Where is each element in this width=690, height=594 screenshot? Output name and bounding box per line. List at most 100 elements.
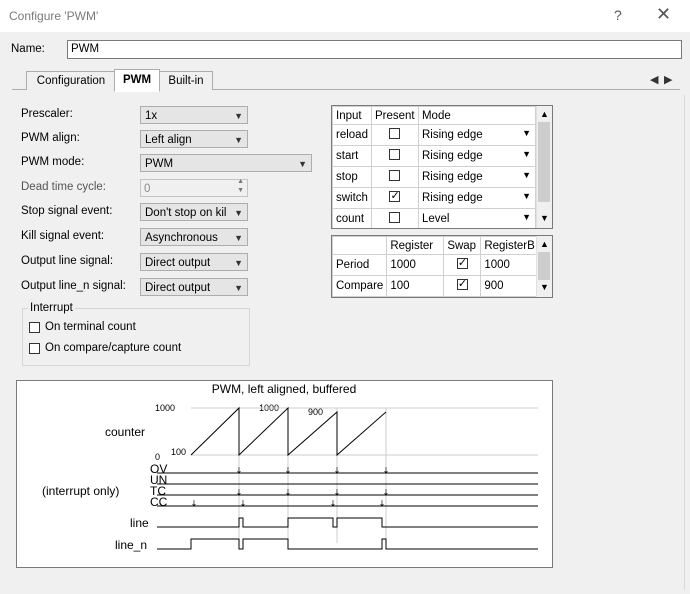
- tab-built-in[interactable]: Built-in: [159, 71, 213, 90]
- on-terminal-count-checkbox[interactable]: [29, 322, 40, 333]
- output-line-label: Output line signal:: [21, 255, 114, 267]
- scroll-thumb[interactable]: [538, 122, 550, 202]
- stop-signal-label: Stop signal event:: [21, 205, 113, 217]
- chevron-down-icon: ▼: [522, 149, 531, 159]
- scroll-up-icon[interactable]: ▲: [540, 239, 549, 249]
- register-value[interactable]: 1000: [386, 254, 445, 276]
- present-checkbox[interactable]: [389, 212, 401, 223]
- registers-header-swap: Swap: [443, 236, 482, 255]
- tab-pwm[interactable]: PWM: [114, 69, 160, 92]
- name-label: Name:: [11, 43, 45, 55]
- chevron-down-icon: ▼: [522, 170, 531, 180]
- registers-header-name: [332, 236, 388, 255]
- on-compare-capture-checkbox[interactable]: [29, 343, 40, 354]
- name-input[interactable]: PWM: [67, 40, 682, 59]
- chevron-down-icon: ▼: [234, 111, 243, 121]
- cc-arrow-icon: ↓: [240, 499, 247, 508]
- cc-label: CC: [150, 495, 168, 509]
- input-name: stop: [332, 166, 372, 188]
- mode-select[interactable]: Rising edge ▼: [417, 124, 537, 146]
- interrupt-group-title: Interrupt: [28, 302, 75, 314]
- stop-signal-value: Don't stop on kil: [145, 207, 227, 219]
- table-row: count Level ▼: [332, 208, 537, 228]
- compare-100-label: 100: [171, 447, 186, 457]
- register-value[interactable]: 100: [386, 275, 445, 297]
- pwm-mode-label: PWM mode:: [21, 156, 85, 168]
- present-checkbox[interactable]: [389, 149, 401, 160]
- input-name: count: [332, 208, 372, 228]
- inputs-table: Input Present Mode reload Rising edge ▼ s…: [331, 105, 553, 229]
- mode-select[interactable]: Level ▼: [417, 208, 537, 228]
- kill-signal-label: Kill signal event:: [21, 230, 105, 242]
- scroll-up-icon[interactable]: ▲: [540, 109, 549, 119]
- registers-scrollbar[interactable]: ▲ ▼: [536, 236, 552, 297]
- inputs-header-mode: Mode: [417, 106, 537, 125]
- output-line-value: Direct output: [145, 257, 211, 269]
- mode-select[interactable]: Rising edge ▼: [417, 166, 537, 188]
- register-name: Compare: [332, 275, 388, 297]
- present-checkbox[interactable]: [389, 128, 401, 139]
- input-name: reload: [332, 124, 372, 146]
- checkmark-icon: ✓: [457, 278, 468, 290]
- input-name: switch: [332, 187, 372, 209]
- waveform-title: PWM, left aligned, buffered: [212, 382, 357, 396]
- tab-scroll-left-icon[interactable]: ◀: [650, 73, 658, 86]
- output-line-n-select[interactable]: Direct output ▼: [140, 278, 248, 296]
- spin-arrows-icon[interactable]: ▲ ▼: [237, 177, 244, 195]
- event-arrows: ↓ ↓ ↓ ↓ ↓ ↓ ↓ ↓ ↓ ↓ ↓ ↓: [191, 466, 390, 508]
- on-compare-capture-label[interactable]: On compare/capture count: [45, 342, 181, 354]
- output-line-select[interactable]: Direct output ▼: [140, 253, 248, 271]
- registers-table: Register Swap RegisterB Period 1000 ✓ 10…: [331, 235, 553, 298]
- chevron-down-icon: ▼: [522, 212, 531, 222]
- table-row: switch ✓ Rising edge ▼: [332, 187, 537, 209]
- table-row: Period 1000 ✓ 1000: [332, 254, 552, 276]
- on-terminal-count-label[interactable]: On terminal count: [45, 321, 136, 333]
- prescaler-label: Prescaler:: [21, 108, 73, 120]
- line-waveform: [157, 517, 538, 528]
- chevron-down-icon: ▼: [234, 233, 243, 243]
- interrupt-group: [22, 308, 250, 366]
- swap-checkbox-checked[interactable]: ✓: [456, 278, 468, 290]
- mode-select[interactable]: Rising edge ▼: [417, 187, 537, 209]
- kill-signal-select[interactable]: Asynchronous ▼: [140, 228, 248, 246]
- scroll-thumb[interactable]: [538, 252, 550, 280]
- scroll-down-icon[interactable]: ▼: [540, 213, 549, 223]
- dead-time-spinner[interactable]: 0 ▲ ▼: [140, 177, 248, 197]
- axis-0-label: 0: [155, 452, 160, 462]
- present-checkbox[interactable]: [389, 170, 401, 181]
- registers-header-register: Register: [386, 236, 445, 255]
- ov-arrow-icon: ↓: [236, 466, 243, 475]
- kill-signal-value: Asynchronous: [145, 232, 218, 244]
- dead-time-value: 0: [144, 183, 151, 195]
- waveform-svg: PWM, left aligned, buffered counter 100 0…: [42, 382, 538, 552]
- inputs-scrollbar[interactable]: ▲ ▼: [536, 106, 552, 228]
- tab-configuration[interactable]: Configuration: [26, 71, 116, 90]
- counter-label: counter: [105, 425, 145, 439]
- counter-ramps: [190, 406, 387, 457]
- tc-arrow-icon: ↓: [383, 488, 390, 497]
- mode-value: Rising edge: [421, 171, 483, 183]
- ov-arrow-icon: ↓: [285, 466, 292, 475]
- register-name: Period: [332, 254, 388, 276]
- swap-checkbox-checked[interactable]: ✓: [456, 257, 468, 269]
- mode-select[interactable]: Rising edge ▼: [417, 145, 537, 167]
- pwm-align-label: PWM align:: [21, 132, 80, 144]
- chevron-down-icon: ▼: [522, 191, 531, 201]
- scroll-down-icon[interactable]: ▼: [540, 282, 549, 292]
- stop-signal-select[interactable]: Don't stop on kil ▼: [140, 203, 248, 221]
- pwm-mode-select[interactable]: PWM ▼: [140, 154, 312, 172]
- inputs-header-present: Present: [370, 106, 419, 125]
- table-row: Compare 100 ✓ 900: [332, 275, 552, 297]
- help-icon[interactable]: ?: [614, 7, 622, 23]
- title-bar: [0, 0, 690, 32]
- prescaler-value: 1x: [145, 110, 158, 122]
- close-icon[interactable]: ✕: [656, 4, 671, 25]
- ov-arrow-icon: ↓: [334, 466, 341, 475]
- pwm-align-select[interactable]: Left align ▼: [140, 130, 248, 148]
- table-row: stop Rising edge ▼: [332, 166, 537, 188]
- prescaler-select[interactable]: 1x ▼: [140, 106, 248, 124]
- chevron-down-icon: ▼: [522, 128, 531, 138]
- present-checkbox-checked[interactable]: ✓: [389, 190, 401, 202]
- tab-scroll-right-icon[interactable]: ▶: [664, 73, 672, 86]
- output-line-n-label: Output line_n signal:: [21, 280, 126, 292]
